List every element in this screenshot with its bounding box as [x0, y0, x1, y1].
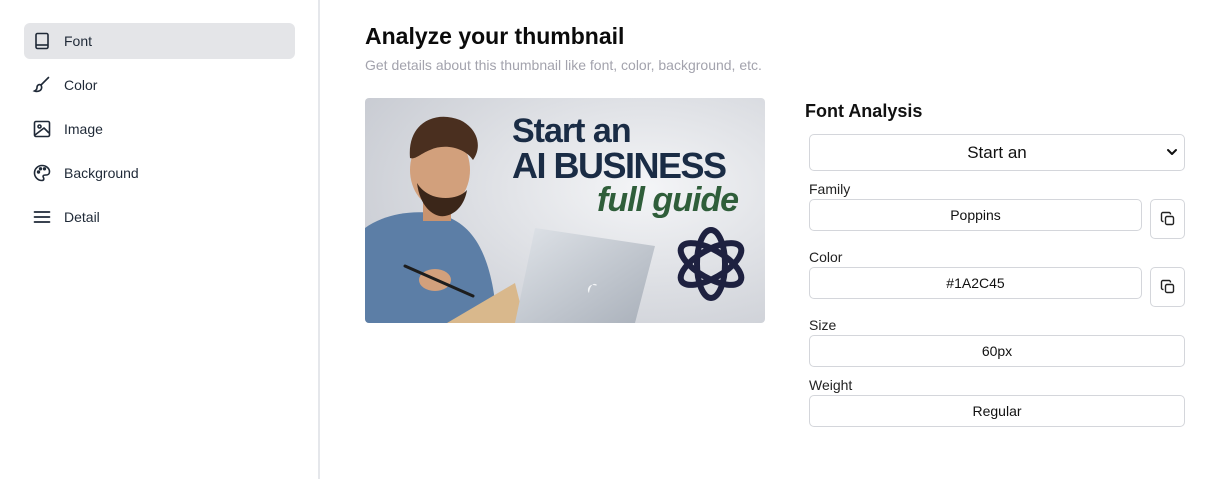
sidebar-item-font[interactable]: Font	[24, 23, 295, 59]
menu-lines-icon	[32, 207, 52, 227]
copy-icon	[1160, 279, 1174, 294]
image-icon	[32, 119, 52, 139]
color-field[interactable]: #1A2C45	[809, 267, 1142, 299]
book-icon	[32, 31, 52, 51]
sidebar-item-label: Image	[64, 121, 103, 137]
weight-field[interactable]: Regular	[809, 395, 1185, 427]
sidebar-item-label: Background	[64, 165, 139, 181]
sidebar: Font Color Image Background Detail	[0, 0, 320, 479]
sidebar-item-color[interactable]: Color	[24, 67, 295, 103]
copy-icon	[1160, 211, 1174, 226]
copy-color-button[interactable]	[1150, 267, 1185, 307]
palette-icon	[32, 163, 52, 183]
family-field[interactable]: Poppins	[809, 199, 1142, 231]
text-select-value: Start an	[967, 142, 1027, 162]
weight-label: Weight	[809, 377, 853, 393]
page-subtitle: Get details about this thumbnail like fo…	[365, 57, 762, 73]
sidebar-item-label: Font	[64, 33, 93, 49]
thumbnail-line2: AI BUSINESS	[512, 145, 726, 186]
sidebar-item-detail[interactable]: Detail	[24, 199, 295, 235]
font-analysis-title: Font Analysis	[805, 101, 923, 121]
thumbnail-image: Start an AI BUSINESS full guide	[365, 98, 765, 323]
family-label: Family	[809, 181, 851, 197]
color-label: Color	[809, 249, 843, 265]
page-title: Analyze your thumbnail	[365, 23, 625, 49]
size-label: Size	[809, 317, 837, 333]
sidebar-item-label: Detail	[64, 209, 100, 225]
copy-family-button[interactable]	[1150, 199, 1185, 239]
chevron-down-icon	[1167, 149, 1177, 155]
sidebar-item-image[interactable]: Image	[24, 111, 295, 147]
size-field[interactable]: 60px	[809, 335, 1185, 367]
paintbrush-icon	[32, 75, 52, 95]
text-select[interactable]: Start an	[809, 134, 1185, 171]
thumbnail-line3: full guide	[597, 181, 738, 219]
sidebar-item-label: Color	[64, 77, 98, 93]
sidebar-item-background[interactable]: Background	[24, 155, 295, 191]
